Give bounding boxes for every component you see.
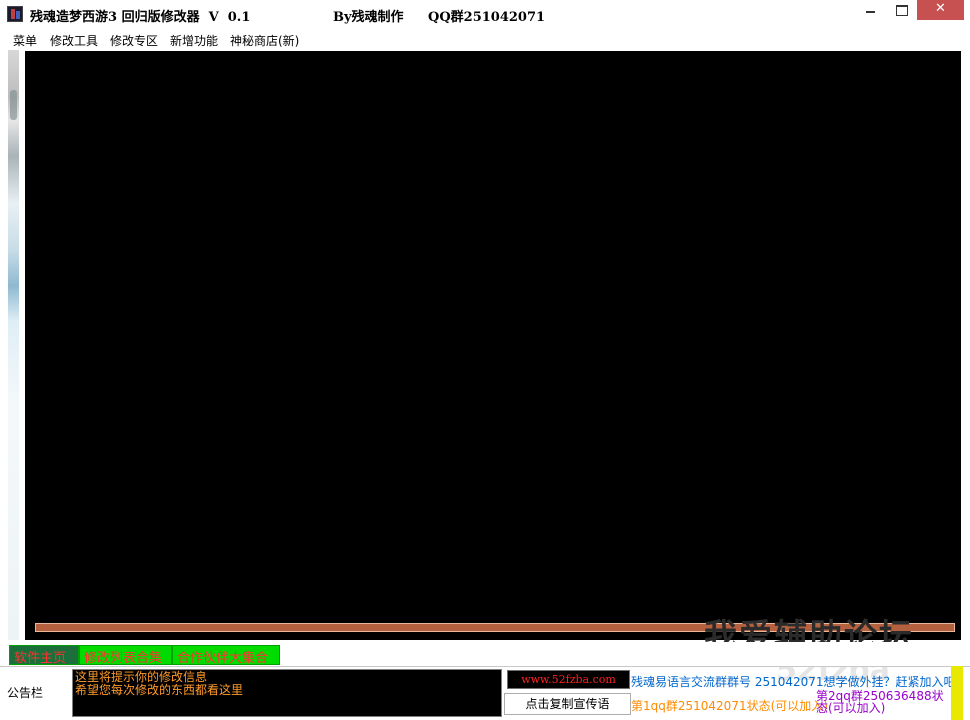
- window-title: 残魂造梦西游3 回归版修改器 V 0.1: [30, 10, 251, 25]
- menu-item-shop[interactable]: 神秘商店(新): [230, 32, 299, 49]
- tab-bar: 软件主页 修改列表合集 合作伙伴大集合: [0, 642, 970, 666]
- title-bar: 残魂造梦西游3 回归版修改器 V 0.1 By残魂制作 QQ群251042071…: [0, 0, 970, 30]
- menu-item-new-features[interactable]: 新增功能: [170, 32, 218, 49]
- tab-home[interactable]: 软件主页: [9, 645, 79, 666]
- notice-line: 希望您每次修改的东西都看这里: [75, 683, 244, 697]
- site-url: www.52fzba.com: [521, 673, 616, 686]
- close-button[interactable]: ✕: [917, 0, 964, 20]
- author-label: By残魂制作: [333, 10, 404, 25]
- menu-item-zone[interactable]: 修改专区: [110, 32, 158, 49]
- minimize-button[interactable]: [857, 0, 883, 20]
- qq-group-label: QQ群251042071: [428, 10, 546, 25]
- site-url-box[interactable]: www.52fzba.com: [507, 670, 630, 689]
- info-panel: 52fzba 残魂易语言交流群群号 251042071想学做外挂？赶紧加入吧 第…: [631, 667, 951, 720]
- group-1-status[interactable]: 第1qq群251042071状态(可以加入): [631, 697, 828, 714]
- app-icon[interactable]: [7, 6, 23, 22]
- main-display-area: [25, 51, 961, 640]
- menu-item-menu[interactable]: 菜单: [13, 32, 37, 49]
- decorative-strip: [8, 50, 19, 640]
- maximize-button[interactable]: [885, 0, 917, 20]
- menu-bar: 菜单 修改工具 修改专区 新增功能 神秘商店(新): [0, 30, 970, 50]
- group-2-status[interactable]: 第2qq群250636488状态(可以加入): [816, 690, 951, 714]
- bottom-panel: 公告栏 这里将提示你的修改信息 希望您每次修改的东西都看这里 www.52fzb…: [0, 666, 970, 720]
- tab-modify-list[interactable]: 修改列表合集: [79, 645, 172, 666]
- notice-box: 这里将提示你的修改信息 希望您每次修改的东西都看这里: [72, 669, 502, 717]
- close-icon: ✕: [935, 1, 946, 16]
- menu-item-tools[interactable]: 修改工具: [50, 32, 98, 49]
- status-indicator: [951, 666, 963, 720]
- group-info-text[interactable]: 残魂易语言交流群群号 251042071想学做外挂？赶紧加入吧: [631, 673, 951, 690]
- notice-label: 公告栏: [7, 686, 44, 700]
- tab-partners[interactable]: 合作伙伴大集合: [172, 645, 280, 666]
- copy-slogan-button[interactable]: 点击复制宣传语: [504, 693, 631, 715]
